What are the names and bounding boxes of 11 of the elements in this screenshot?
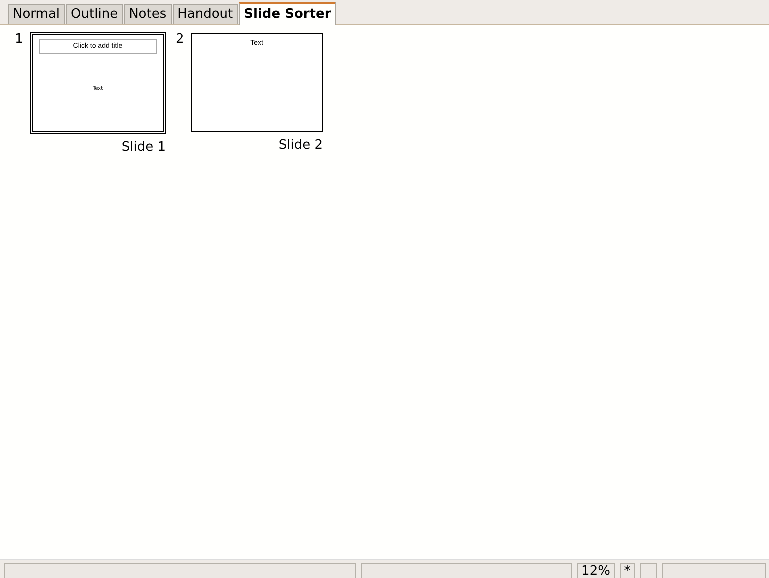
view-tab[interactable]: Outline — [66, 4, 124, 24]
view-tab[interactable]: Slide Sorter — [239, 2, 336, 25]
slide-name: Slide 1 — [122, 140, 166, 155]
view-tab[interactable]: Notes — [124, 4, 172, 24]
zoom-level[interactable]: 12% — [577, 563, 615, 578]
slide-number: 1 — [15, 33, 24, 49]
slide-number: 2 — [176, 33, 186, 49]
modified-indicator: * — [620, 563, 635, 578]
view-tab[interactable]: Normal — [8, 4, 66, 24]
view-tab[interactable]: Handout — [172, 4, 238, 24]
slide-name: Slide 2 — [278, 138, 323, 153]
